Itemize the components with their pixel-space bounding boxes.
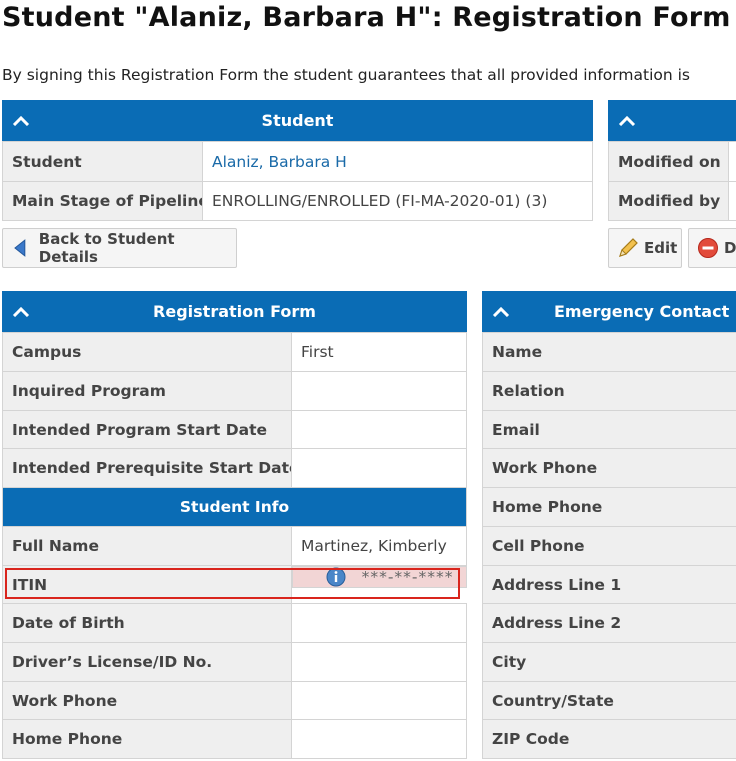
intended-prerequisite-start-label: Intended Prerequisite Start Date: [2, 448, 292, 488]
chevron-up-icon: [618, 115, 636, 126]
delete-icon: [698, 238, 718, 258]
edit-button-label: Edit: [644, 239, 678, 257]
emergency-contact-title: Emergency Contact: [554, 302, 730, 321]
full-name-value: Martinez, Kimberly: [291, 526, 467, 566]
back-button-label: Back to Student Details: [38, 230, 175, 266]
intended-program-start-value: [291, 410, 467, 449]
back-to-student-details-button[interactable]: Back to Student Details: [2, 228, 237, 268]
inquired-program-value: [291, 371, 467, 411]
work-phone-value: [291, 681, 467, 720]
pipeline-stage-label: Main Stage of Pipeline: [2, 181, 203, 221]
ec-country-state-label: Country/State: [482, 681, 736, 720]
modified-on-label: Modified on: [608, 141, 729, 182]
pencil-icon: [619, 238, 638, 257]
modified-by-label: Modified by: [608, 181, 729, 221]
student-label: Student: [2, 141, 203, 182]
drivers-license-value: [291, 642, 467, 682]
modified-on-value: [728, 141, 736, 182]
emergency-contact-header[interactable]: Emergency Contact: [482, 291, 736, 332]
student-panel-header[interactable]: Student: [2, 100, 593, 141]
student-panel-title: Student: [261, 111, 334, 130]
date-of-birth-value: [291, 603, 467, 643]
modified-by-value: [728, 181, 736, 221]
ec-address-line-2-label: Address Line 2: [482, 603, 736, 643]
itin-highlight-box: [5, 568, 460, 599]
arrow-left-icon: [14, 239, 26, 257]
emergency-contact-panel: Name Relation Email Work Phone Home Phon…: [482, 332, 736, 759]
ec-cell-phone-label: Cell Phone: [482, 526, 736, 566]
delete-button[interactable]: D: [688, 228, 736, 268]
chevron-up-icon: [12, 115, 30, 126]
drivers-license-label: Driver’s License/ID No.: [2, 642, 292, 682]
registration-form-title: Registration Form: [153, 302, 316, 321]
meta-panel-header[interactable]: [608, 100, 736, 141]
meta-panel: Modified on Modified by: [608, 141, 736, 221]
registration-form-panel: Campus First Inquired Program Intended P…: [2, 332, 467, 759]
ec-name-label: Name: [482, 332, 736, 372]
page-title: Student "Alaniz, Barbara H": Registratio…: [2, 2, 731, 33]
inquired-program-label: Inquired Program: [2, 371, 292, 411]
chevron-up-icon: [12, 306, 30, 317]
home-phone-value: [291, 719, 467, 759]
ec-city-label: City: [482, 642, 736, 682]
campus-label: Campus: [2, 332, 292, 372]
ec-work-phone-label: Work Phone: [482, 448, 736, 488]
student-panel: Student Alaniz, Barbara H Main Stage of …: [2, 141, 593, 221]
campus-value: First: [291, 332, 467, 372]
work-phone-label: Work Phone: [2, 681, 292, 720]
ec-address-line-1-label: Address Line 1: [482, 565, 736, 604]
full-name-label: Full Name: [2, 526, 292, 566]
pipeline-stage-value: ENROLLING/ENROLLED (FI-MA-2020-01) (3): [202, 181, 593, 221]
home-phone-label: Home Phone: [2, 719, 292, 759]
delete-button-label: D: [724, 239, 736, 257]
ec-home-phone-label: Home Phone: [482, 487, 736, 527]
ec-email-label: Email: [482, 410, 736, 449]
ec-zip-code-label: ZIP Code: [482, 719, 736, 759]
intro-text: By signing this Registration Form the st…: [2, 66, 690, 84]
chevron-up-icon: [492, 306, 510, 317]
ec-relation-label: Relation: [482, 371, 736, 411]
edit-button[interactable]: Edit: [608, 228, 682, 268]
intended-prerequisite-start-value: [291, 448, 467, 488]
registration-form-header[interactable]: Registration Form: [2, 291, 467, 332]
student-link[interactable]: Alaniz, Barbara H: [212, 153, 347, 171]
intended-program-start-label: Intended Program Start Date: [2, 410, 292, 449]
student-info-header: Student Info: [2, 487, 467, 527]
date-of-birth-label: Date of Birth: [2, 603, 292, 643]
